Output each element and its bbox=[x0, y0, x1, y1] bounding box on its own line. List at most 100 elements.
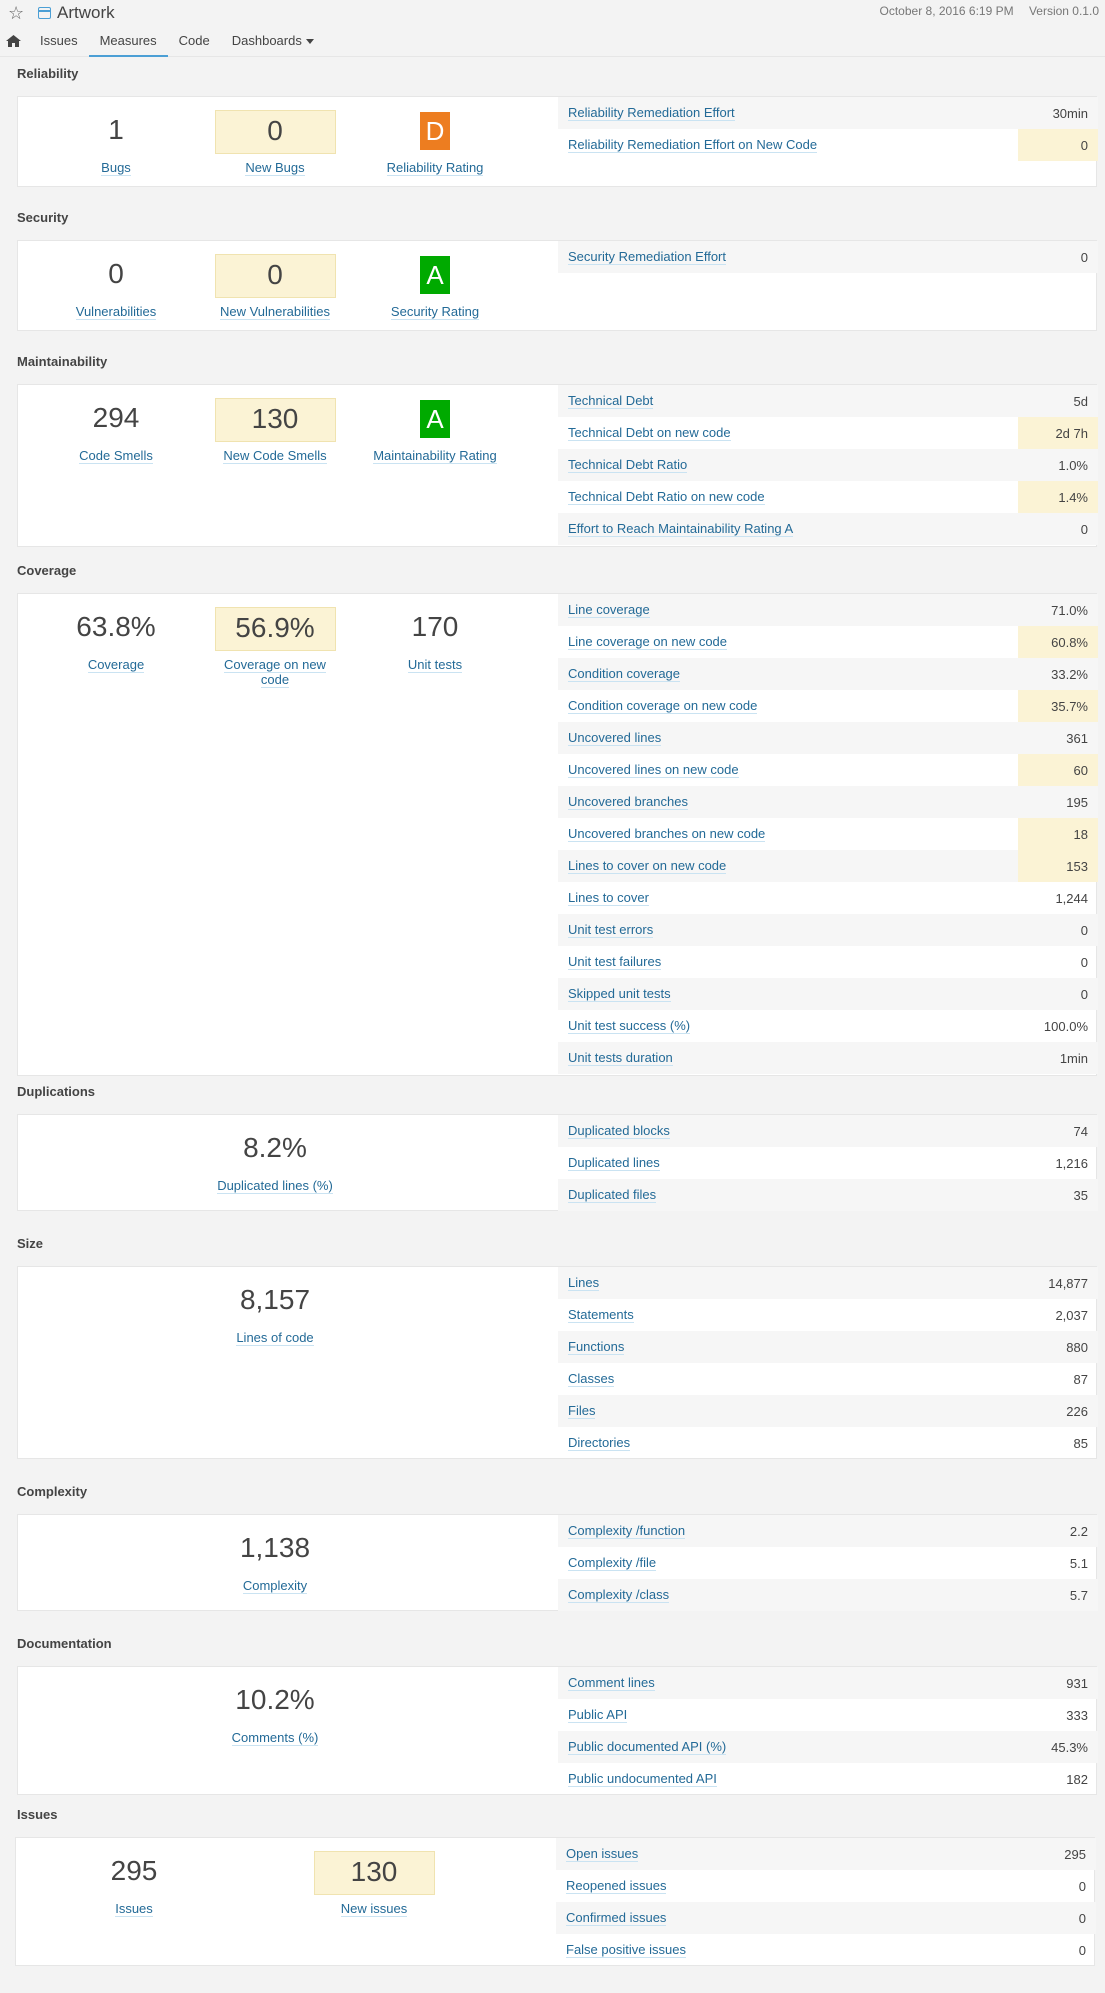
measure-name-link[interactable]: Functions bbox=[568, 1339, 625, 1355]
duplications-main-measure-value[interactable]: 8.2% bbox=[210, 1128, 340, 1172]
reliability-main-measure-value[interactable]: 1 bbox=[51, 110, 181, 154]
coverage-main-measure-label[interactable]: Coverage on new code bbox=[210, 657, 340, 688]
maintainability-main-measure-link[interactable]: Code Smells bbox=[79, 448, 153, 464]
issues-main-measure-value[interactable]: 295 bbox=[69, 1851, 199, 1895]
measure-name-link[interactable]: Public API bbox=[568, 1707, 628, 1723]
reliability-main-measure-value[interactable]: 0 bbox=[214, 110, 336, 154]
coverage-main-measure-label[interactable]: Unit tests bbox=[370, 657, 500, 673]
maintainability-main-measure-label[interactable]: Maintainability Rating bbox=[370, 448, 500, 464]
duplications-main-measure-label[interactable]: Duplicated lines (%) bbox=[210, 1178, 340, 1194]
documentation-main-measure-link[interactable]: Comments (%) bbox=[231, 1730, 319, 1746]
security-main-measure-link[interactable]: Vulnerabilities bbox=[75, 304, 157, 320]
measure-name-link[interactable]: Technical Debt Ratio on new code bbox=[568, 489, 765, 505]
measure-name-link[interactable]: Uncovered lines on new code bbox=[568, 762, 739, 778]
duplications-main-measure-link[interactable]: Duplicated lines (%) bbox=[217, 1178, 333, 1194]
measure-name-link[interactable]: Duplicated files bbox=[568, 1187, 657, 1203]
security-main-measure-link[interactable]: New Vulnerabilities bbox=[219, 304, 331, 320]
tab-measures[interactable]: Measures bbox=[88, 30, 168, 57]
security-main-measure-label[interactable]: New Vulnerabilities bbox=[210, 304, 340, 320]
measure-name-link[interactable]: Confirmed issues bbox=[566, 1910, 667, 1926]
measure-name-link[interactable]: Unit test errors bbox=[568, 922, 654, 938]
measure-name-link[interactable]: Unit test success (%) bbox=[568, 1018, 691, 1034]
size-main-measure-value[interactable]: 8,157 bbox=[210, 1280, 340, 1324]
measure-name-link[interactable]: Duplicated blocks bbox=[568, 1123, 670, 1139]
measure-name-link[interactable]: Reliability Remediation Effort bbox=[568, 105, 735, 121]
coverage-main-measure-value[interactable]: 63.8% bbox=[51, 607, 181, 651]
security-main-measure-link[interactable]: Security Rating bbox=[390, 304, 480, 320]
project-name[interactable]: Artwork bbox=[57, 3, 115, 23]
measure-name-link[interactable]: Unit tests duration bbox=[568, 1050, 673, 1066]
measure-name-link[interactable]: Technical Debt Ratio bbox=[568, 457, 688, 473]
coverage-main-measure-link[interactable]: Unit tests bbox=[407, 657, 463, 673]
coverage-main-measure-link[interactable]: Coverage bbox=[87, 657, 145, 673]
reliability-main-measure-label[interactable]: Reliability Rating bbox=[370, 160, 500, 176]
security-main-measure-label[interactable]: Vulnerabilities bbox=[51, 304, 181, 320]
measure-name-link[interactable]: Uncovered lines bbox=[568, 730, 662, 746]
reliability-main-measure-link[interactable]: New Bugs bbox=[245, 160, 305, 176]
coverage-main-measure-link[interactable]: Coverage on new code bbox=[224, 657, 326, 688]
measure-name-link[interactable]: Line coverage bbox=[568, 602, 650, 618]
documentation-main-measure-label[interactable]: Comments (%) bbox=[210, 1730, 340, 1746]
measure-name-link[interactable]: Uncovered branches bbox=[568, 794, 688, 810]
measure-name-link[interactable]: Lines bbox=[568, 1275, 600, 1291]
measure-name-link[interactable]: Technical Debt bbox=[568, 393, 654, 409]
measure-name-link[interactable]: Directories bbox=[568, 1435, 631, 1451]
size-main-measure-link[interactable]: Lines of code bbox=[236, 1330, 314, 1346]
maintainability-main-measure-label[interactable]: Code Smells bbox=[51, 448, 181, 464]
maintainability-main-measure-value[interactable]: 130 bbox=[214, 398, 336, 442]
tab-issues[interactable]: Issues bbox=[29, 30, 89, 57]
measure-name-link[interactable]: Public documented API (%) bbox=[568, 1739, 727, 1755]
security-main-measure-value[interactable]: A bbox=[370, 254, 500, 298]
measure-name-link[interactable]: Duplicated lines bbox=[568, 1155, 660, 1171]
measure-name-link[interactable]: Line coverage on new code bbox=[568, 634, 728, 650]
documentation-main-measure-value[interactable]: 10.2% bbox=[210, 1680, 340, 1724]
issues-main-measure-link[interactable]: New issues bbox=[340, 1901, 408, 1917]
tab-dashboards[interactable]: Dashboards bbox=[221, 30, 325, 57]
measure-name-link[interactable]: Security Remediation Effort bbox=[568, 249, 726, 265]
measure-name-link[interactable]: Lines to cover on new code bbox=[568, 858, 727, 874]
measure-name-link[interactable]: Condition coverage bbox=[568, 666, 681, 682]
measure-name-link[interactable]: Comment lines bbox=[568, 1675, 655, 1691]
rating-badge[interactable]: D bbox=[420, 112, 450, 150]
maintainability-main-measure-value[interactable]: A bbox=[370, 398, 500, 442]
coverage-main-measure-value[interactable]: 56.9% bbox=[214, 607, 336, 651]
reliability-main-measure-link[interactable]: Reliability Rating bbox=[386, 160, 484, 176]
maintainability-main-measure-link[interactable]: New Code Smells bbox=[223, 448, 327, 464]
issues-main-measure-value[interactable]: 130 bbox=[313, 1851, 435, 1895]
measure-name-link[interactable]: Files bbox=[568, 1403, 596, 1419]
measure-name-link[interactable]: Unit test failures bbox=[568, 954, 662, 970]
measure-name-link[interactable]: Public undocumented API bbox=[568, 1771, 717, 1787]
security-main-measure-label[interactable]: Security Rating bbox=[370, 304, 500, 320]
security-main-measure-value[interactable]: 0 bbox=[51, 254, 181, 298]
measure-name-link[interactable]: Open issues bbox=[566, 1846, 639, 1862]
coverage-main-measure-label[interactable]: Coverage bbox=[51, 657, 181, 673]
measure-name-link[interactable]: Technical Debt on new code bbox=[568, 425, 731, 441]
complexity-main-measure-link[interactable]: Complexity bbox=[242, 1578, 308, 1594]
favorite-star-icon[interactable]: ☆ bbox=[8, 3, 24, 24]
maintainability-main-measure-label[interactable]: New Code Smells bbox=[210, 448, 340, 464]
coverage-main-measure-value[interactable]: 170 bbox=[370, 607, 500, 651]
measure-name-link[interactable]: Complexity /class bbox=[568, 1587, 670, 1603]
size-main-measure-label[interactable]: Lines of code bbox=[210, 1330, 340, 1346]
reliability-main-measure-label[interactable]: Bugs bbox=[51, 160, 181, 176]
rating-badge[interactable]: A bbox=[420, 256, 450, 294]
measure-name-link[interactable]: Reopened issues bbox=[566, 1878, 667, 1894]
issues-main-measure-label[interactable]: Issues bbox=[69, 1901, 199, 1917]
maintainability-main-measure-value[interactable]: 294 bbox=[51, 398, 181, 442]
measure-name-link[interactable]: Skipped unit tests bbox=[568, 986, 671, 1002]
measure-name-link[interactable]: Lines to cover bbox=[568, 890, 649, 906]
tab-code[interactable]: Code bbox=[168, 30, 221, 57]
measure-name-link[interactable]: Condition coverage on new code bbox=[568, 698, 758, 714]
complexity-main-measure-label[interactable]: Complexity bbox=[210, 1578, 340, 1594]
measure-name-link[interactable]: False positive issues bbox=[566, 1942, 686, 1958]
issues-main-measure-link[interactable]: Issues bbox=[115, 1901, 153, 1917]
measure-name-link[interactable]: Statements bbox=[568, 1307, 634, 1323]
reliability-main-measure-value[interactable]: D bbox=[370, 110, 500, 154]
maintainability-main-measure-link[interactable]: Maintainability Rating bbox=[373, 448, 497, 464]
measure-name-link[interactable]: Uncovered branches on new code bbox=[568, 826, 766, 842]
tab-home[interactable] bbox=[0, 30, 29, 57]
measure-name-link[interactable]: Effort to Reach Maintainability Rating A bbox=[568, 521, 794, 537]
measure-name-link[interactable]: Complexity /file bbox=[568, 1555, 657, 1571]
measure-name-link[interactable]: Classes bbox=[568, 1371, 615, 1387]
measure-name-link[interactable]: Reliability Remediation Effort on New Co… bbox=[568, 137, 818, 153]
